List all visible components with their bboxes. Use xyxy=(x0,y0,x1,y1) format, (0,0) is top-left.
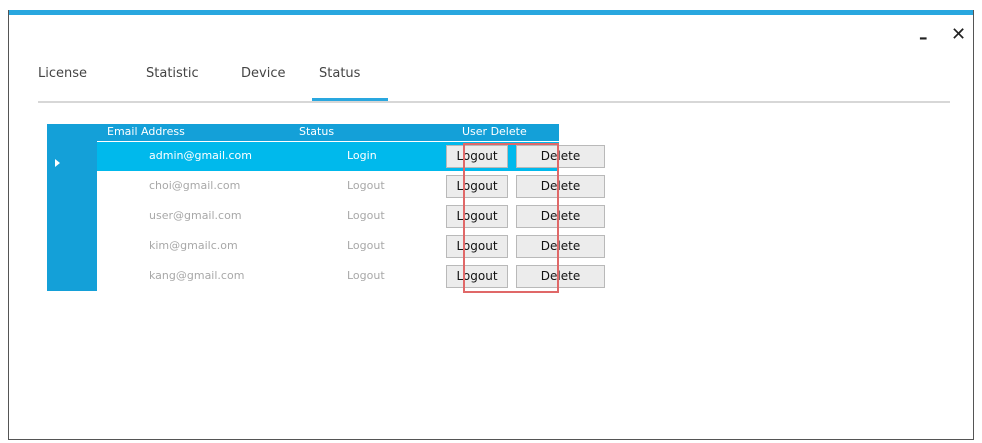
email-cell: choi@gmail.com xyxy=(149,179,241,192)
tab-device[interactable]: Device xyxy=(241,66,285,81)
table-row[interactable]: user@gmail.com Logout Logout Delete xyxy=(97,202,605,231)
email-cell: kim@gmailc.om xyxy=(149,239,238,252)
row-header-column xyxy=(47,124,97,291)
tab-baseline xyxy=(38,101,950,103)
delete-button[interactable]: Delete xyxy=(516,175,605,198)
table-row[interactable]: kang@gmail.com Logout Logout Delete xyxy=(97,262,605,291)
table-row[interactable]: admin@gmail.com Login Logout Delete xyxy=(97,142,605,171)
column-header-email[interactable]: Email Address xyxy=(107,125,185,138)
tab-statistic[interactable]: Statistic xyxy=(146,66,199,81)
column-header-status[interactable]: Status xyxy=(299,125,334,138)
column-header-user-delete[interactable]: User Delete xyxy=(462,125,527,138)
status-cell: Login xyxy=(347,149,377,162)
title-accent-bar xyxy=(9,10,973,15)
table-row[interactable]: choi@gmail.com Logout Logout Delete xyxy=(97,172,605,201)
logout-button[interactable]: Logout xyxy=(446,145,508,168)
delete-button[interactable]: Delete xyxy=(516,205,605,228)
user-status-grid: Email Address Status User Delete admin@g… xyxy=(47,124,605,291)
email-cell: kang@gmail.com xyxy=(149,269,245,282)
email-cell: admin@gmail.com xyxy=(149,149,253,162)
tab-status[interactable]: Status xyxy=(319,66,360,81)
close-button[interactable]: ✕ xyxy=(951,24,966,45)
status-cell: Logout xyxy=(347,179,385,192)
delete-button[interactable]: Delete xyxy=(516,265,605,288)
status-cell: Logout xyxy=(347,269,385,282)
email-cell: user@gmail.com xyxy=(149,209,242,222)
logout-button[interactable]: Logout xyxy=(446,265,508,288)
tab-license[interactable]: License xyxy=(38,66,87,81)
active-tab-indicator xyxy=(312,98,388,101)
status-cell: Logout xyxy=(347,209,385,222)
status-cell: Logout xyxy=(347,239,385,252)
logout-button[interactable]: Logout xyxy=(446,235,508,258)
logout-button[interactable]: Logout xyxy=(446,175,508,198)
logout-button[interactable]: Logout xyxy=(446,205,508,228)
minimize-button[interactable]: – xyxy=(919,28,928,48)
triangle-right-icon xyxy=(55,159,60,167)
grid-header: Email Address Status User Delete xyxy=(47,124,559,141)
delete-button[interactable]: Delete xyxy=(516,235,605,258)
delete-button[interactable]: Delete xyxy=(516,145,605,168)
table-row[interactable]: kim@gmailc.om Logout Logout Delete xyxy=(97,232,605,261)
